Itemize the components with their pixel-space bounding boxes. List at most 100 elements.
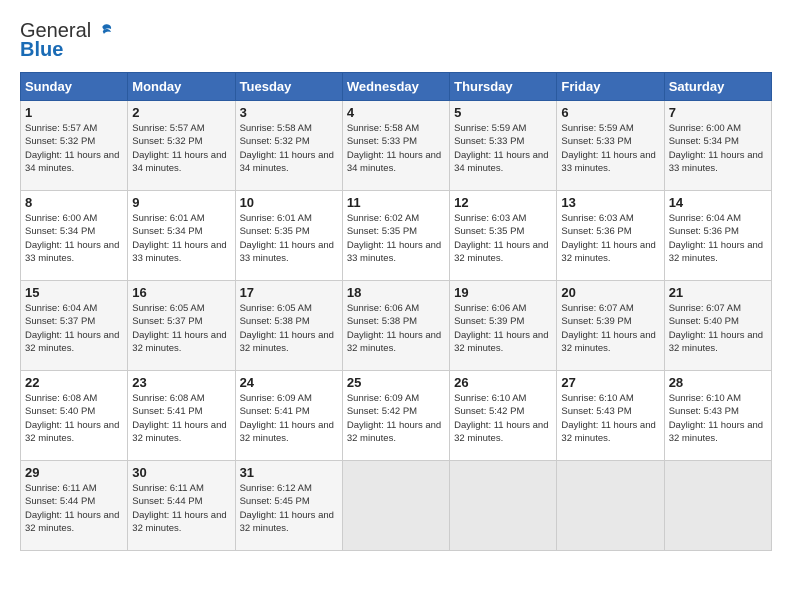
calendar-cell: 21 Sunrise: 6:07 AMSunset: 5:40 PMDaylig…	[664, 281, 771, 371]
calendar-cell: 22 Sunrise: 6:08 AMSunset: 5:40 PMDaylig…	[21, 371, 128, 461]
day-number: 5	[454, 105, 552, 120]
calendar-cell: 11 Sunrise: 6:02 AMSunset: 5:35 PMDaylig…	[342, 191, 449, 281]
day-number: 14	[669, 195, 767, 210]
cell-info: Sunrise: 6:06 AMSunset: 5:38 PMDaylight:…	[347, 302, 445, 355]
cell-info: Sunrise: 5:57 AMSunset: 5:32 PMDaylight:…	[25, 122, 123, 175]
cell-info: Sunrise: 5:59 AMSunset: 5:33 PMDaylight:…	[454, 122, 552, 175]
calendar-cell: 9 Sunrise: 6:01 AMSunset: 5:34 PMDayligh…	[128, 191, 235, 281]
calendar-cell: 19 Sunrise: 6:06 AMSunset: 5:39 PMDaylig…	[450, 281, 557, 371]
calendar-cell: 29 Sunrise: 6:11 AMSunset: 5:44 PMDaylig…	[21, 461, 128, 551]
calendar-cell: 8 Sunrise: 6:00 AMSunset: 5:34 PMDayligh…	[21, 191, 128, 281]
cell-info: Sunrise: 6:04 AMSunset: 5:36 PMDaylight:…	[669, 212, 767, 265]
calendar-cell: 30 Sunrise: 6:11 AMSunset: 5:44 PMDaylig…	[128, 461, 235, 551]
cell-info: Sunrise: 6:03 AMSunset: 5:36 PMDaylight:…	[561, 212, 659, 265]
cell-info: Sunrise: 6:07 AMSunset: 5:39 PMDaylight:…	[561, 302, 659, 355]
header-monday: Monday	[128, 73, 235, 101]
day-number: 12	[454, 195, 552, 210]
cell-info: Sunrise: 6:05 AMSunset: 5:38 PMDaylight:…	[240, 302, 338, 355]
calendar-cell: 31 Sunrise: 6:12 AMSunset: 5:45 PMDaylig…	[235, 461, 342, 551]
header-saturday: Saturday	[664, 73, 771, 101]
cell-info: Sunrise: 6:09 AMSunset: 5:41 PMDaylight:…	[240, 392, 338, 445]
cell-info: Sunrise: 6:09 AMSunset: 5:42 PMDaylight:…	[347, 392, 445, 445]
day-number: 20	[561, 285, 659, 300]
calendar-header-row: SundayMondayTuesdayWednesdayThursdayFrid…	[21, 73, 772, 101]
logo: General Blue	[20, 20, 115, 62]
day-number: 21	[669, 285, 767, 300]
calendar-week-2: 8 Sunrise: 6:00 AMSunset: 5:34 PMDayligh…	[21, 191, 772, 281]
header-wednesday: Wednesday	[342, 73, 449, 101]
cell-info: Sunrise: 5:58 AMSunset: 5:33 PMDaylight:…	[347, 122, 445, 175]
day-number: 13	[561, 195, 659, 210]
day-number: 18	[347, 285, 445, 300]
calendar-cell: 16 Sunrise: 6:05 AMSunset: 5:37 PMDaylig…	[128, 281, 235, 371]
calendar-cell: 14 Sunrise: 6:04 AMSunset: 5:36 PMDaylig…	[664, 191, 771, 281]
calendar-cell: 7 Sunrise: 6:00 AMSunset: 5:34 PMDayligh…	[664, 101, 771, 191]
cell-info: Sunrise: 6:08 AMSunset: 5:40 PMDaylight:…	[25, 392, 123, 445]
calendar-cell: 1 Sunrise: 5:57 AMSunset: 5:32 PMDayligh…	[21, 101, 128, 191]
day-number: 9	[132, 195, 230, 210]
day-number: 23	[132, 375, 230, 390]
day-number: 31	[240, 465, 338, 480]
calendar-week-5: 29 Sunrise: 6:11 AMSunset: 5:44 PMDaylig…	[21, 461, 772, 551]
calendar-cell	[664, 461, 771, 551]
calendar-cell: 3 Sunrise: 5:58 AMSunset: 5:32 PMDayligh…	[235, 101, 342, 191]
day-number: 7	[669, 105, 767, 120]
cell-info: Sunrise: 5:59 AMSunset: 5:33 PMDaylight:…	[561, 122, 659, 175]
day-number: 15	[25, 285, 123, 300]
calendar-cell: 26 Sunrise: 6:10 AMSunset: 5:42 PMDaylig…	[450, 371, 557, 461]
cell-info: Sunrise: 6:02 AMSunset: 5:35 PMDaylight:…	[347, 212, 445, 265]
header-thursday: Thursday	[450, 73, 557, 101]
cell-info: Sunrise: 6:10 AMSunset: 5:43 PMDaylight:…	[669, 392, 767, 445]
logo-bird-icon	[93, 21, 115, 43]
calendar-cell: 4 Sunrise: 5:58 AMSunset: 5:33 PMDayligh…	[342, 101, 449, 191]
calendar-cell: 23 Sunrise: 6:08 AMSunset: 5:41 PMDaylig…	[128, 371, 235, 461]
calendar-week-4: 22 Sunrise: 6:08 AMSunset: 5:40 PMDaylig…	[21, 371, 772, 461]
cell-info: Sunrise: 6:04 AMSunset: 5:37 PMDaylight:…	[25, 302, 123, 355]
logo-blue-text: Blue	[20, 39, 63, 62]
cell-info: Sunrise: 6:11 AMSunset: 5:44 PMDaylight:…	[132, 482, 230, 535]
cell-info: Sunrise: 6:12 AMSunset: 5:45 PMDaylight:…	[240, 482, 338, 535]
cell-info: Sunrise: 6:08 AMSunset: 5:41 PMDaylight:…	[132, 392, 230, 445]
cell-info: Sunrise: 6:07 AMSunset: 5:40 PMDaylight:…	[669, 302, 767, 355]
calendar-cell: 15 Sunrise: 6:04 AMSunset: 5:37 PMDaylig…	[21, 281, 128, 371]
calendar-cell: 18 Sunrise: 6:06 AMSunset: 5:38 PMDaylig…	[342, 281, 449, 371]
calendar-cell: 27 Sunrise: 6:10 AMSunset: 5:43 PMDaylig…	[557, 371, 664, 461]
calendar-cell: 2 Sunrise: 5:57 AMSunset: 5:32 PMDayligh…	[128, 101, 235, 191]
cell-info: Sunrise: 6:11 AMSunset: 5:44 PMDaylight:…	[25, 482, 123, 535]
cell-info: Sunrise: 5:57 AMSunset: 5:32 PMDaylight:…	[132, 122, 230, 175]
calendar-cell: 17 Sunrise: 6:05 AMSunset: 5:38 PMDaylig…	[235, 281, 342, 371]
day-number: 24	[240, 375, 338, 390]
calendar-week-3: 15 Sunrise: 6:04 AMSunset: 5:37 PMDaylig…	[21, 281, 772, 371]
header-sunday: Sunday	[21, 73, 128, 101]
day-number: 4	[347, 105, 445, 120]
cell-info: Sunrise: 6:01 AMSunset: 5:34 PMDaylight:…	[132, 212, 230, 265]
day-number: 11	[347, 195, 445, 210]
calendar-cell: 6 Sunrise: 5:59 AMSunset: 5:33 PMDayligh…	[557, 101, 664, 191]
day-number: 19	[454, 285, 552, 300]
page-header: General Blue	[20, 20, 772, 62]
day-number: 17	[240, 285, 338, 300]
calendar-cell: 24 Sunrise: 6:09 AMSunset: 5:41 PMDaylig…	[235, 371, 342, 461]
day-number: 25	[347, 375, 445, 390]
calendar-cell: 25 Sunrise: 6:09 AMSunset: 5:42 PMDaylig…	[342, 371, 449, 461]
calendar-cell	[342, 461, 449, 551]
calendar-cell: 20 Sunrise: 6:07 AMSunset: 5:39 PMDaylig…	[557, 281, 664, 371]
day-number: 2	[132, 105, 230, 120]
calendar-cell: 12 Sunrise: 6:03 AMSunset: 5:35 PMDaylig…	[450, 191, 557, 281]
cell-info: Sunrise: 6:05 AMSunset: 5:37 PMDaylight:…	[132, 302, 230, 355]
day-number: 1	[25, 105, 123, 120]
day-number: 28	[669, 375, 767, 390]
cell-info: Sunrise: 6:00 AMSunset: 5:34 PMDaylight:…	[25, 212, 123, 265]
calendar-cell	[557, 461, 664, 551]
header-friday: Friday	[557, 73, 664, 101]
calendar-cell: 13 Sunrise: 6:03 AMSunset: 5:36 PMDaylig…	[557, 191, 664, 281]
calendar-table: SundayMondayTuesdayWednesdayThursdayFrid…	[20, 72, 772, 551]
day-number: 26	[454, 375, 552, 390]
cell-info: Sunrise: 5:58 AMSunset: 5:32 PMDaylight:…	[240, 122, 338, 175]
day-number: 30	[132, 465, 230, 480]
day-number: 29	[25, 465, 123, 480]
cell-info: Sunrise: 6:10 AMSunset: 5:43 PMDaylight:…	[561, 392, 659, 445]
day-number: 8	[25, 195, 123, 210]
calendar-cell	[450, 461, 557, 551]
calendar-cell: 28 Sunrise: 6:10 AMSunset: 5:43 PMDaylig…	[664, 371, 771, 461]
